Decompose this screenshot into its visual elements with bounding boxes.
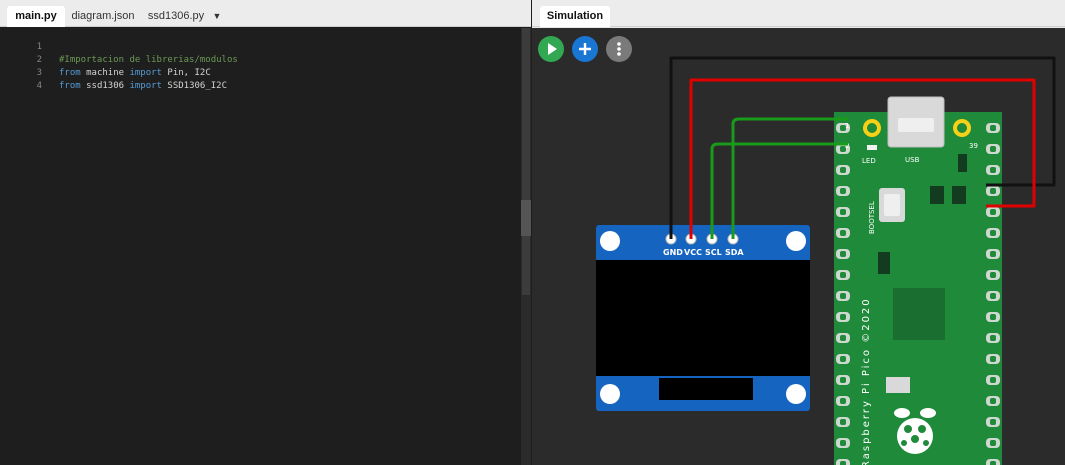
code-line: 1 #Importacion de librerias/modulos	[0, 28, 521, 65]
editor-scrollbar[interactable]	[521, 28, 531, 465]
smd-component	[878, 252, 890, 274]
usb-label: USB	[905, 156, 920, 164]
pico-pin-hole	[990, 335, 996, 341]
import-list: SSD1306_I2C	[161, 81, 228, 91]
bootsel-label: BOOTSEL	[868, 201, 876, 234]
pico-pin-hole	[840, 335, 846, 341]
pico-pin-hole	[990, 272, 996, 278]
play-icon	[548, 43, 557, 55]
smd-component	[958, 154, 967, 172]
code-area[interactable]: 1 #Importacion de librerias/modulos 2 fr…	[0, 28, 521, 465]
pico-pin-hole	[840, 356, 846, 362]
pico-pin-hole	[990, 419, 996, 425]
code-line: 4	[0, 67, 521, 91]
code-text: from ssd1306 import SSD1306_I2C	[59, 80, 227, 93]
scrollbar-thumb[interactable]	[522, 28, 530, 295]
smd-component	[930, 186, 944, 204]
pin-39-label: 39	[969, 142, 978, 150]
pico-pin-hole	[990, 440, 996, 446]
pico-pin-hole	[990, 356, 996, 362]
pico-pin-hole	[990, 230, 996, 236]
pico-pin-hole	[840, 461, 846, 465]
smd-component	[952, 186, 966, 204]
pico-pin-hole	[990, 146, 996, 152]
bootsel-button-cap	[884, 194, 900, 216]
pico-pin-hole	[990, 398, 996, 404]
pico-silkscreen-text: Raspberry Pi Pico ©2020	[861, 297, 872, 465]
start-simulation-button[interactable]	[538, 36, 564, 62]
pico-pin-hole	[990, 209, 996, 215]
oled-display-screen	[596, 260, 810, 376]
oled-mount-hole	[600, 384, 620, 404]
oled-mount-hole	[786, 384, 806, 404]
keyword: from	[59, 81, 81, 91]
pico-pin-hole	[990, 125, 996, 131]
pane-resize-handle[interactable]	[521, 200, 531, 236]
simulation-canvas[interactable]: 1 2 39 LED USB BOOTSEL Raspberry Pi Pico…	[532, 28, 1065, 465]
add-part-button[interactable]	[572, 36, 598, 62]
plus-icon	[579, 43, 591, 55]
pico-pin-hole	[990, 167, 996, 173]
simulation-tab-bar: Simulation	[532, 0, 1065, 27]
rp2040-chip	[893, 288, 945, 340]
ssd1306-oled-module[interactable]: GND VCC SCL SDA	[596, 225, 810, 411]
keyword: import	[129, 81, 162, 91]
smd-component	[886, 377, 910, 393]
tab-menu-dropdown-icon[interactable]: ▼	[210, 6, 224, 27]
pico-pin-hole	[840, 272, 846, 278]
wire-sda[interactable]	[731, 117, 848, 239]
pico-pin-hole	[840, 251, 846, 257]
pico-pin-hole	[840, 398, 846, 404]
more-vertical-icon	[617, 42, 621, 56]
oled-pin-label-scl: SCL	[705, 248, 722, 257]
pico-pin-hole	[840, 314, 846, 320]
tab-simulation[interactable]: Simulation	[540, 6, 610, 27]
module-name: ssd1306	[80, 81, 130, 91]
pico-pin-hole	[840, 209, 846, 215]
oled-pin-label-sda: SDA	[725, 248, 744, 257]
editor-tab-bar: main.py diagram.json ssd1306.py ▼	[0, 0, 531, 27]
tab-diagram-json[interactable]: diagram.json	[70, 6, 136, 27]
pin-1-label: 1	[845, 122, 849, 130]
pico-pin-hole	[990, 293, 996, 299]
mount-hole-center	[867, 123, 877, 133]
code-line: 2 from machine import Pin, I2C	[0, 41, 521, 78]
onboard-led	[867, 145, 877, 150]
oled-mount-hole	[786, 231, 806, 251]
raspberry-pi-pico[interactable]: 1 2 39 LED USB BOOTSEL Raspberry Pi Pico…	[834, 96, 1002, 465]
pico-pin-hole	[990, 314, 996, 320]
pico-pin-hole	[840, 230, 846, 236]
circuit-diagram: 1 2 39 LED USB BOOTSEL Raspberry Pi Pico…	[596, 56, 1056, 465]
tab-main-py[interactable]: main.py	[7, 6, 65, 27]
pico-pin-hole	[840, 293, 846, 299]
pico-pin-hole	[840, 377, 846, 383]
code-editor-pane: main.py diagram.json ssd1306.py ▼ 1 #Imp…	[0, 0, 531, 465]
pico-pin-hole	[840, 167, 846, 173]
simulation-pane: Simulation 1 2 39 LED USB BOOTSEL Raspbe…	[532, 0, 1065, 465]
mount-hole-center	[957, 123, 967, 133]
pico-pin-hole	[840, 440, 846, 446]
pico-pin-hole	[990, 188, 996, 194]
oled-ribbon-connector	[659, 378, 753, 400]
usb-port-inner	[898, 118, 934, 132]
tab-ssd1306-py[interactable]: ssd1306.py	[146, 6, 206, 27]
pico-pin-hole	[990, 251, 996, 257]
oled-pin-label-vcc: VCC	[684, 248, 702, 257]
pico-pin-hole	[840, 419, 846, 425]
line-number: 4	[36, 81, 42, 91]
more-options-button[interactable]	[606, 36, 632, 62]
oled-pin-label-gnd: GND	[663, 248, 683, 257]
led-label: LED	[862, 157, 876, 165]
code-line: 3 from ssd1306 import SSD1306_I2C	[0, 54, 521, 91]
pico-pin-hole	[990, 461, 996, 465]
oled-mount-hole	[600, 231, 620, 251]
pico-pin-hole	[840, 188, 846, 194]
pico-pin-hole	[990, 377, 996, 383]
